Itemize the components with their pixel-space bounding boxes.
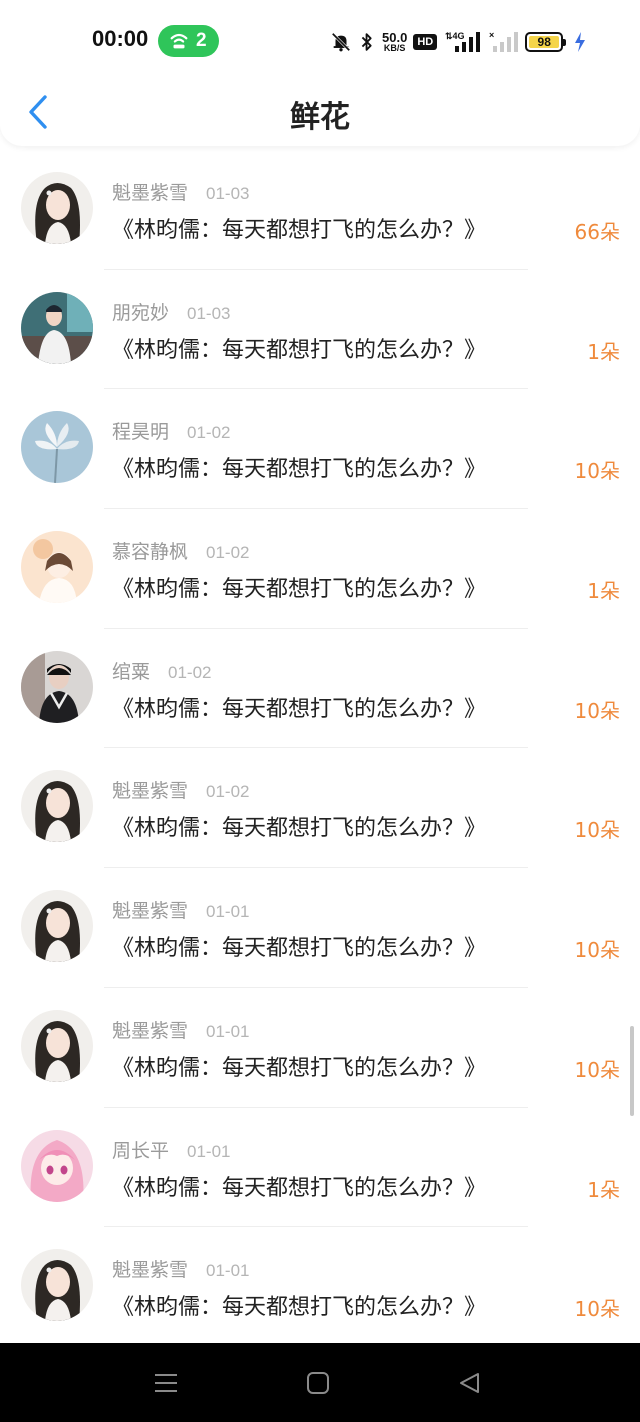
back-triangle-icon (460, 1373, 479, 1393)
user-name[interactable]: 周长平 (112, 1136, 169, 1163)
article-title[interactable]: 《林昀儒：每天都想打飞的怎么办？》 (112, 691, 486, 723)
svg-text:⇅4G: ⇅4G (445, 31, 465, 41)
list-item[interactable]: 魁墨紫雪 01-01 《林昀儒：每天都想打飞的怎么办？》 10朵 (0, 1227, 640, 1347)
title-bar: 鲜花 (0, 80, 640, 146)
list-item[interactable]: 朋宛妙 01-03 《林昀儒：每天都想打飞的怎么办？》 1朵 (0, 270, 640, 390)
list-item[interactable]: 慕容静枫 01-02 《林昀儒：每天都想打飞的怎么办？》 1朵 (0, 509, 640, 629)
avatar[interactable] (21, 770, 93, 843)
hd-badge: HD (413, 34, 438, 50)
list-item[interactable]: 绾粟 01-02 《林昀儒：每天都想打飞的怎么办？》 10朵 (0, 629, 640, 749)
menu-icon (155, 1374, 177, 1392)
flower-count: 1朵 (587, 579, 620, 604)
record-date: 01-03 (206, 184, 250, 203)
avatar[interactable] (21, 411, 93, 484)
status-icons: 50.0 KB/S HD ⇅4G × 98 (330, 28, 593, 56)
avatar[interactable] (21, 1009, 93, 1082)
hotspot-count: 2 (196, 30, 207, 51)
list-item[interactable]: 魁墨紫雪 01-01 《林昀儒：每天都想打飞的怎么办？》 10朵 (0, 988, 640, 1108)
avatar[interactable] (21, 291, 93, 364)
record-date: 01-02 (206, 543, 250, 563)
screen: 00:00 2 50.0 KB/S HD ⇅4G × 98 鲜花 魁墨紫雪 01… (0, 0, 640, 1422)
nav-back-button[interactable] (450, 1367, 490, 1399)
record-date: 01-02 (187, 423, 231, 443)
flower-record-list: 魁墨紫雪 01-03 《林昀儒：每天都想打飞的怎么办？》 66朵 朋宛妙 01-… (0, 150, 640, 1347)
avatar[interactable] (21, 1249, 93, 1322)
net-speed-unit: KB/S (383, 43, 406, 53)
home-button[interactable] (298, 1367, 338, 1399)
svg-text:×: × (489, 30, 494, 40)
user-name[interactable]: 朋宛妙 (112, 298, 169, 325)
battery-level: 98 (537, 35, 551, 49)
avatar[interactable] (21, 531, 93, 604)
user-name[interactable]: 绾粟 (112, 657, 150, 684)
scrollbar-thumb[interactable] (630, 1026, 634, 1116)
menu-button[interactable] (146, 1367, 186, 1399)
article-title[interactable]: 《林昀儒：每天都想打飞的怎么办？》 (112, 1050, 486, 1082)
hotspot-icon (170, 33, 188, 49)
avatar[interactable] (21, 650, 93, 723)
status-bar: 00:00 2 50.0 KB/S HD ⇅4G × 98 (0, 0, 640, 80)
flower-count: 10朵 (574, 938, 620, 963)
home-square-icon (307, 1372, 329, 1394)
article-title[interactable]: 《林昀儒：每天都想打飞的怎么办？》 (112, 1170, 486, 1202)
hotspot-pill[interactable]: 2 (158, 25, 219, 57)
avatar[interactable] (21, 1129, 93, 1202)
flower-count: 66朵 (574, 220, 620, 244)
record-date: 01-01 (206, 902, 250, 922)
flower-count: 10朵 (574, 1057, 620, 1082)
bluetooth-icon (358, 31, 376, 53)
4g-signal-icon: ⇅4G (445, 30, 483, 54)
flower-count: 10朵 (574, 698, 620, 723)
user-name[interactable]: 魁墨紫雪 (112, 776, 188, 803)
article-title[interactable]: 《林昀儒：每天都想打飞的怎么办？》 (112, 930, 486, 962)
flower-count: 10朵 (574, 1297, 620, 1322)
record-date: 01-03 (187, 303, 231, 323)
user-name[interactable]: 魁墨紫雪 (112, 1255, 188, 1282)
article-title[interactable]: 《林昀儒：每天都想打飞的怎么办？》 (112, 810, 486, 842)
header: 00:00 2 50.0 KB/S HD ⇅4G × 98 鲜花 (0, 0, 640, 146)
flower-count: 1朵 (587, 339, 620, 364)
list-item[interactable]: 魁墨紫雪 01-02 《林昀儒：每天都想打飞的怎么办？》 10朵 (0, 748, 640, 869)
system-nav-bar (0, 1343, 640, 1422)
user-name[interactable]: 慕容静枫 (112, 537, 188, 564)
charging-icon (573, 31, 587, 53)
record-date: 01-01 (187, 1141, 231, 1161)
mute-bell-icon (330, 31, 352, 53)
record-date: 01-02 (206, 782, 250, 802)
avatar[interactable] (21, 890, 93, 963)
article-title[interactable]: 《林昀儒：每天都想打飞的怎么办？》 (112, 1289, 486, 1321)
flower-count: 1朵 (587, 1177, 620, 1202)
article-title[interactable]: 《林昀儒：每天都想打飞的怎么办？》 (112, 212, 486, 244)
article-title[interactable]: 《林昀儒：每天都想打飞的怎么办？》 (112, 332, 486, 364)
user-name[interactable]: 魁墨紫雪 (112, 178, 188, 205)
record-date: 01-01 (206, 1021, 250, 1041)
list-item[interactable]: 魁墨紫雪 01-01 《林昀儒：每天都想打飞的怎么办？》 10朵 (0, 868, 640, 988)
user-name[interactable]: 程昊明 (112, 417, 169, 444)
user-name[interactable]: 魁墨紫雪 (112, 896, 188, 923)
user-name[interactable]: 魁墨紫雪 (112, 1016, 188, 1043)
page-title: 鲜花 (290, 100, 350, 135)
signal-bars-icon: × (489, 30, 519, 54)
article-title[interactable]: 《林昀儒：每天都想打飞的怎么办？》 (112, 451, 486, 483)
record-date: 01-01 (206, 1261, 250, 1281)
status-time: 00:00 (92, 26, 149, 51)
flower-count: 10朵 (574, 818, 620, 843)
battery-icon: 98 (525, 32, 567, 52)
record-date: 01-02 (168, 662, 212, 682)
net-speed: 50.0 KB/S (382, 31, 407, 53)
article-title[interactable]: 《林昀儒：每天都想打飞的怎么办？》 (112, 571, 486, 603)
list-item[interactable]: 魁墨紫雪 01-03 《林昀儒：每天都想打飞的怎么办？》 66朵 (0, 150, 640, 270)
flower-count: 10朵 (574, 459, 620, 484)
list-item[interactable]: 周长平 01-01 《林昀儒：每天都想打飞的怎么办？》 1朵 (0, 1108, 640, 1228)
list-item[interactable]: 程昊明 01-02 《林昀儒：每天都想打飞的怎么办？》 10朵 (0, 389, 640, 510)
avatar[interactable] (21, 172, 93, 244)
